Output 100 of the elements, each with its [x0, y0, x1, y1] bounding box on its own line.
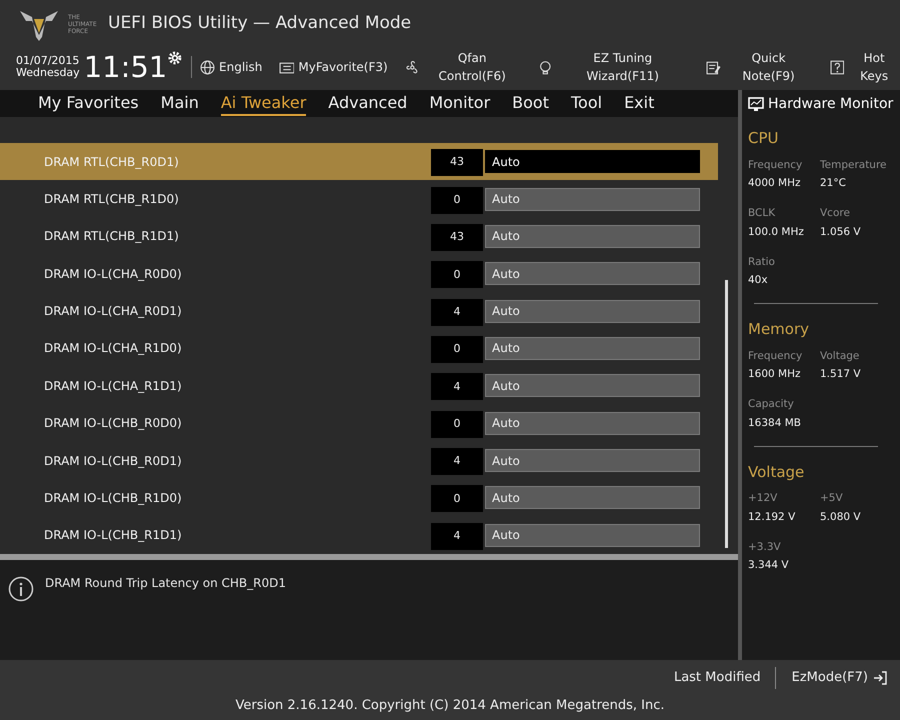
- option-dropdown[interactable]: Auto: [485, 336, 700, 360]
- exit-arrow-icon: [872, 670, 888, 686]
- field-value: 1600 MHz: [748, 367, 802, 382]
- ez-mode-button[interactable]: EzMode(F7): [792, 668, 888, 688]
- toolbar-button[interactable]: Hot Keys: [830, 49, 900, 85]
- window-title: UEFI BIOS Utility — Advanced Mode: [108, 12, 412, 36]
- field-label: Vcore: [820, 206, 851, 221]
- scrollbar-thumb[interactable]: [725, 280, 728, 548]
- value-box: 4: [431, 448, 483, 476]
- setting-row[interactable]: DRAM IO-L(CHA_R1D0) 0 Auto: [0, 330, 718, 368]
- fan-icon: [404, 60, 420, 74]
- option-dropdown[interactable]: Auto: [485, 300, 700, 323]
- note-icon: [706, 60, 721, 74]
- field-label: Capacity: [748, 397, 795, 412]
- menu-tab[interactable]: Advanced: [328, 92, 408, 116]
- setting-label: DRAM IO-L(CHA_R1D1): [44, 378, 183, 395]
- option-dropdown[interactable]: Auto: [485, 486, 700, 510]
- setting-label: DRAM IO-L(CHA_R0D1): [44, 303, 183, 320]
- setting-label: DRAM IO-L(CHB_R1D1): [44, 527, 183, 544]
- value-box: 43: [431, 224, 483, 251]
- setting-label: DRAM IO-L(CHA_R1D0): [44, 340, 183, 358]
- option-dropdown[interactable]: Auto: [485, 224, 700, 248]
- setting-label: DRAM IO-L(CHB_R0D0): [44, 415, 183, 432]
- menu-tab[interactable]: My Favorites: [38, 92, 139, 116]
- menu-tab[interactable]: Monitor: [429, 92, 490, 116]
- setting-label: DRAM IO-L(CHA_R0D0): [44, 266, 183, 283]
- setting-label: DRAM RTL(CHB_R1D1): [44, 228, 180, 246]
- option-dropdown[interactable]: Auto: [485, 412, 700, 435]
- field-label: Voltage: [820, 348, 860, 364]
- field-label: Ratio: [748, 254, 776, 270]
- panel-title: Hardware Monitor: [768, 94, 894, 114]
- setting-row[interactable]: DRAM RTL(CHB_R1D1) 43 Auto: [0, 218, 718, 256]
- menu-tab[interactable]: Exit: [624, 92, 654, 116]
- field-label: Frequency: [748, 348, 804, 364]
- setting-row[interactable]: DRAM IO-L(CHA_R0D0) 0 Auto: [0, 255, 718, 292]
- value-box: 4: [431, 522, 483, 550]
- value-box: 0: [431, 336, 483, 363]
- toolbar-button[interactable]: EZ Tuning Wizard(F11): [538, 49, 689, 85]
- field-label: Frequency: [748, 158, 804, 172]
- section-title: Memory: [748, 319, 810, 340]
- setting-label: DRAM RTL(CHB_R0D1): [44, 154, 180, 171]
- field-value: 12.192 V: [748, 510, 796, 525]
- field-label: +3.3V: [748, 540, 782, 554]
- monitor-icon: [748, 96, 764, 112]
- toolbar-button[interactable]: Qfan Control(F6): [404, 49, 521, 85]
- setting-row[interactable]: DRAM IO-L(CHA_R1D1) 4 Auto: [0, 367, 718, 405]
- value-box: 0: [431, 410, 483, 438]
- field-value: 16384 MB: [748, 416, 802, 431]
- help-text: DRAM Round Trip Latency on CHB_R0D1: [45, 575, 286, 592]
- clock-time: 11:51: [84, 51, 168, 83]
- option-dropdown[interactable]: Auto: [485, 524, 700, 547]
- value-box: 4: [431, 298, 483, 326]
- lightbulb-icon: [538, 60, 553, 74]
- field-value: 100.0 MHz: [748, 224, 805, 240]
- toolbar-button[interactable]: English: [200, 58, 262, 76]
- question-icon: [830, 60, 844, 74]
- section-title: Voltage: [748, 462, 806, 482]
- field-label: +5V: [820, 491, 844, 506]
- last-modified-link[interactable]: Last Modified: [674, 668, 761, 688]
- info-icon: [8, 576, 34, 602]
- globe-icon: [200, 60, 216, 74]
- field-value: 4000 MHz: [748, 176, 802, 192]
- setting-row[interactable]: DRAM IO-L(CHA_R0D1) 4 Auto: [0, 292, 718, 330]
- field-value: 21°C: [820, 176, 847, 192]
- value-box: 43: [431, 149, 483, 176]
- setting-row[interactable]: DRAM RTL(CHB_R0D1) 43 Auto: [0, 143, 718, 180]
- field-label: BCLK: [748, 206, 776, 221]
- gear-icon[interactable]: [167, 50, 184, 66]
- field-value: 5.080 V: [820, 510, 862, 525]
- option-dropdown[interactable]: Auto: [485, 262, 700, 286]
- value-box: 0: [431, 485, 483, 512]
- setting-row[interactable]: DRAM IO-L(CHB_R0D1) 4 Auto: [0, 442, 718, 480]
- field-label: Temperature: [820, 158, 888, 172]
- setting-label: DRAM RTL(CHB_R1D0): [44, 191, 180, 208]
- field-value: 3.344 V: [748, 558, 790, 574]
- date-text: 01/07/2015: [16, 55, 80, 67]
- setting-row[interactable]: DRAM IO-L(CHB_R1D0) 0 Auto: [0, 479, 718, 517]
- setting-label: DRAM IO-L(CHB_R1D0): [44, 490, 183, 507]
- field-value: 1.056 V: [820, 224, 862, 240]
- menu-tab[interactable]: Tool: [570, 92, 602, 116]
- setting-row[interactable]: DRAM IO-L(CHB_R1D1) 4 Auto: [0, 516, 718, 554]
- toolbar-button[interactable]: Quick Note(F9): [706, 49, 813, 85]
- field-label: +12V: [748, 491, 778, 506]
- field-value: 40x: [748, 273, 769, 288]
- field-value: 1.517 V: [820, 367, 862, 382]
- value-box: 0: [431, 261, 483, 288]
- setting-label: DRAM IO-L(CHB_R0D1): [44, 452, 183, 470]
- setting-row[interactable]: DRAM RTL(CHB_R1D0) 0 Auto: [0, 180, 718, 218]
- option-dropdown[interactable]: Auto: [485, 188, 700, 211]
- menu-tab[interactable]: Boot: [512, 92, 549, 116]
- toolbar-button[interactable]: MyFavorite(F3): [279, 58, 388, 76]
- day-text: Wednesday: [16, 67, 80, 79]
- value-box: 4: [431, 373, 483, 400]
- option-dropdown[interactable]: Auto: [485, 374, 700, 398]
- menu-tab[interactable]: Main: [160, 92, 199, 116]
- folder-icon: [279, 60, 294, 74]
- option-dropdown[interactable]: Auto: [485, 150, 700, 174]
- value-box: 0: [431, 186, 483, 214]
- option-dropdown[interactable]: Auto: [485, 449, 700, 472]
- setting-row[interactable]: DRAM IO-L(CHB_R0D0) 0 Auto: [0, 404, 718, 442]
